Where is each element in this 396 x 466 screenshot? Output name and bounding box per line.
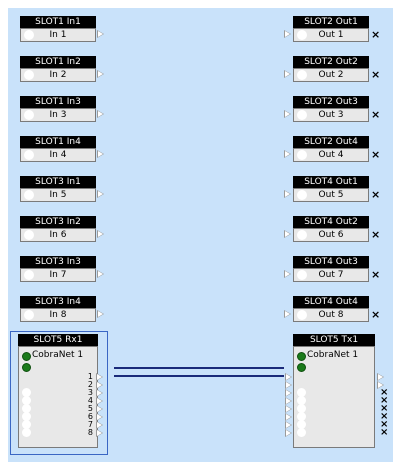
channel-port-icon[interactable] bbox=[285, 413, 292, 421]
slot5-tx-block[interactable]: SLOT5 Tx1 CobraNet 1 × × × × × × bbox=[285, 334, 388, 448]
channel-led-icon bbox=[297, 428, 306, 437]
channel-port-icon[interactable] bbox=[96, 429, 103, 437]
channel-port-icon[interactable] bbox=[285, 389, 292, 397]
rx-block-title: SLOT5 Rx1 bbox=[18, 334, 98, 346]
workspace-area[interactable]: SLOT1 In1 In 1 SLOT1 In2 In 2 SLOT1 In3 In 3S… bbox=[8, 8, 393, 462]
channel-port-icon[interactable] bbox=[285, 381, 292, 389]
rx-device-label: CobraNet 1 bbox=[32, 350, 84, 360]
channel-port-icon[interactable] bbox=[96, 413, 103, 421]
status-led-icon bbox=[22, 363, 31, 372]
channel-number: 8 bbox=[87, 428, 93, 437]
channel-port-icon[interactable] bbox=[96, 381, 103, 389]
channel-port-icon[interactable] bbox=[285, 421, 292, 429]
channel-port-icon[interactable] bbox=[96, 421, 103, 429]
status-led-icon bbox=[297, 352, 306, 361]
channel-port-icon[interactable] bbox=[285, 397, 292, 405]
channel-port-icon[interactable] bbox=[377, 373, 384, 381]
tx-block-body: CobraNet 1 × × × × × × bbox=[285, 346, 388, 448]
slot5-rx-block[interactable]: SLOT5 Rx1 CobraNet 1 12345678 bbox=[18, 334, 103, 448]
channel-port-icon[interactable] bbox=[96, 389, 103, 397]
tx-block-title: SLOT5 Tx1 bbox=[293, 334, 375, 346]
status-led-icon bbox=[297, 363, 306, 372]
rx-block-body: CobraNet 1 12345678 bbox=[18, 346, 103, 448]
channel-port-icon[interactable] bbox=[285, 429, 292, 437]
channel-led-icon bbox=[22, 428, 31, 437]
channel-port-icon[interactable] bbox=[285, 373, 292, 381]
channel-port-icon[interactable] bbox=[96, 373, 103, 381]
disconnected-icon: × bbox=[380, 427, 389, 438]
channel-port-icon[interactable] bbox=[96, 405, 103, 413]
design-canvas: SLOT1 In1 In 1 SLOT1 In2 In 2 SLOT1 In3 In 3S… bbox=[0, 0, 396, 466]
channel-port-icon[interactable] bbox=[96, 397, 103, 405]
tx-device-label: CobraNet 1 bbox=[307, 350, 359, 360]
channel-port-icon[interactable] bbox=[285, 405, 292, 413]
status-led-icon bbox=[22, 352, 31, 361]
